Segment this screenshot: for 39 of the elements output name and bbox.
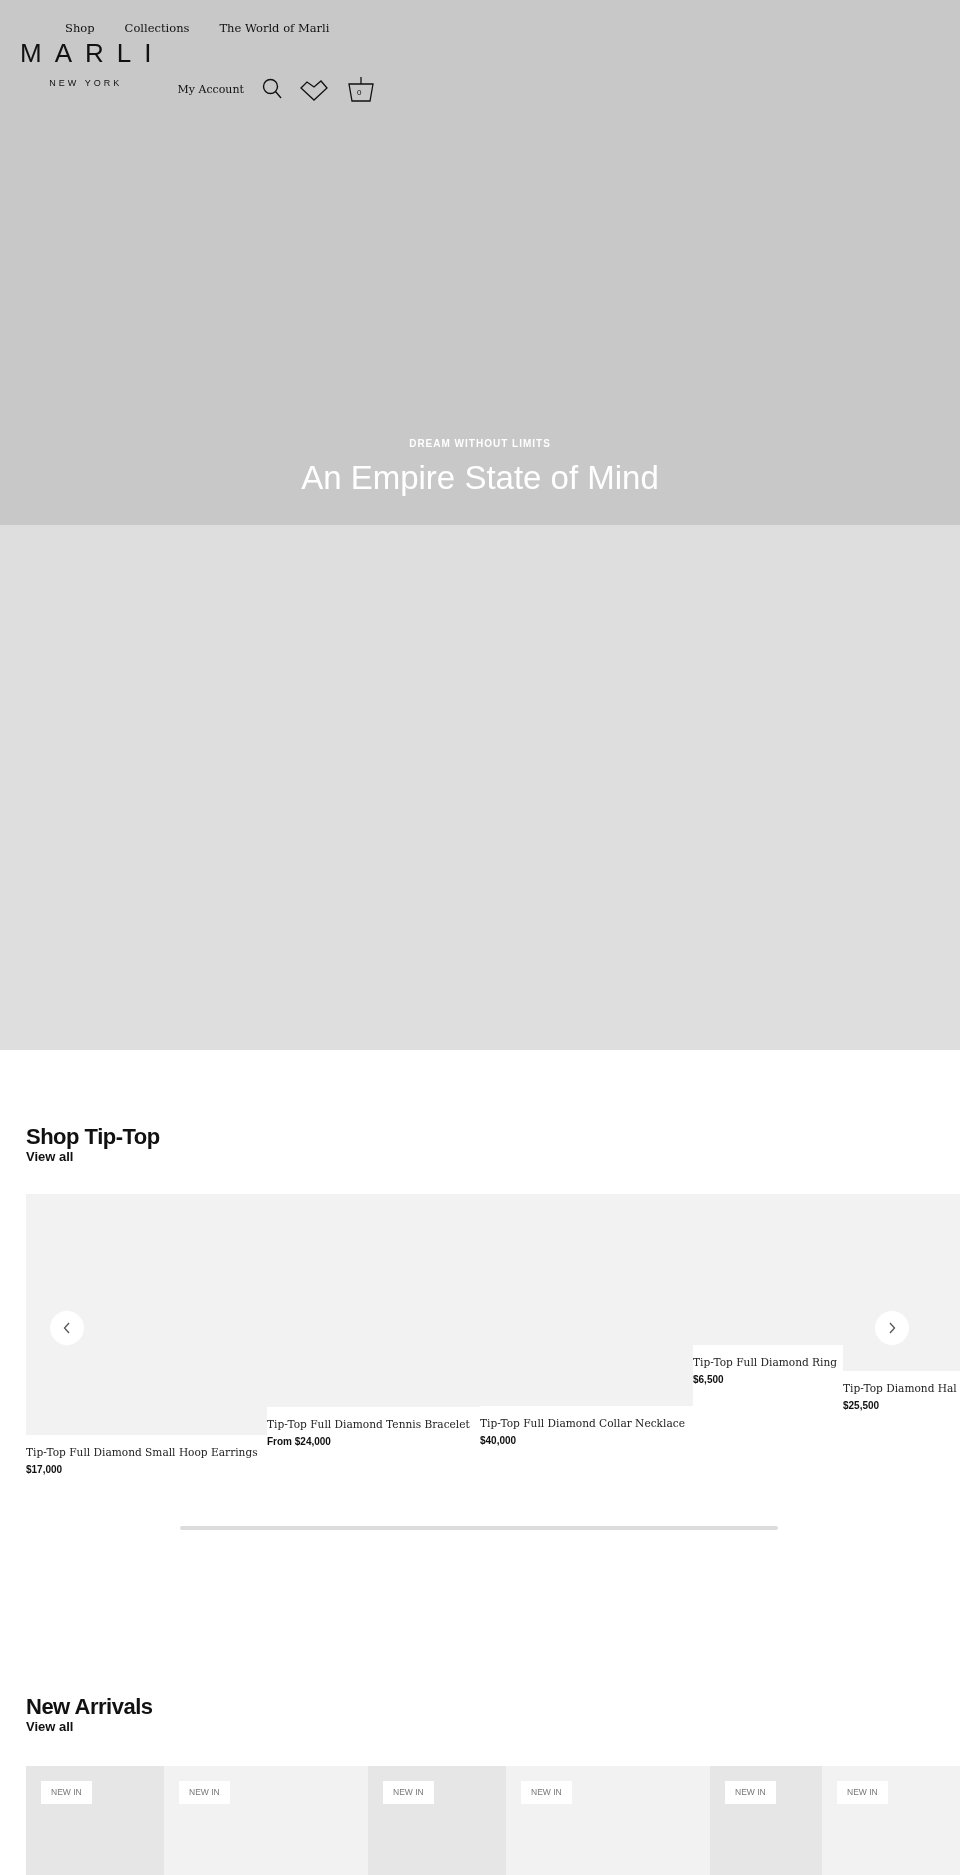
logo[interactable]: MARLI NEW YORK — [7, 38, 165, 88]
image-placeholder[interactable]: NEW IN — [368, 1766, 506, 1875]
product-price: From $24,000 — [267, 1435, 332, 1448]
product-name[interactable]: Tip-Top Full Diamond Ring — [693, 1354, 843, 1370]
nav-link[interactable]: Collections — [124, 20, 190, 36]
new-badge: NEW IN — [725, 1781, 776, 1804]
image-placeholder[interactable]: NEW IN — [164, 1766, 368, 1875]
chevron-right-icon — [888, 1322, 896, 1334]
image-placeholder[interactable]: NEW IN — [710, 1766, 822, 1875]
cart-button[interactable]: 0 — [347, 76, 374, 102]
image-placeholder[interactable]: NEW IN — [822, 1766, 960, 1875]
product-name[interactable]: Tip-Top Full Diamond Tennis Bracelet — [267, 1416, 480, 1432]
product-price: $25,500 — [843, 1399, 881, 1412]
nav-link[interactable]: Shop — [65, 20, 95, 36]
new-badge: NEW IN — [41, 1781, 92, 1804]
new-badge: NEW IN — [179, 1781, 230, 1804]
product-name[interactable]: Tip-Top Full Diamond Collar Necklace — [480, 1415, 693, 1431]
image-placeholder[interactable]: NEW IN — [26, 1766, 164, 1875]
view-all-link[interactable]: View all — [26, 1720, 74, 1734]
product-price: $40,000 — [480, 1434, 518, 1447]
search-icon[interactable] — [261, 78, 282, 100]
product-name[interactable]: Tip-Top Full Diamond Small Hoop Earrings — [26, 1444, 267, 1460]
section-title: Shop Tip-Top — [26, 1124, 160, 1150]
product-price: $6,500 — [693, 1373, 725, 1386]
account-link[interactable]: My Account — [177, 82, 244, 96]
product-name[interactable]: Tip-Top Diamond Hal — [843, 1380, 960, 1396]
nav-link[interactable]: The World of Marli — [219, 20, 330, 36]
basket-icon — [347, 76, 374, 102]
image-placeholder[interactable] — [843, 1194, 960, 1371]
view-all-link[interactable]: View all — [26, 1150, 74, 1164]
new-badge: NEW IN — [383, 1781, 434, 1804]
section-title: New Arrivals — [26, 1694, 153, 1720]
image-placeholder[interactable]: NEW IN — [506, 1766, 710, 1875]
new-badge: NEW IN — [521, 1781, 572, 1804]
image-placeholder[interactable] — [26, 1194, 267, 1435]
product-price: $17,000 — [26, 1463, 64, 1476]
scrollbar[interactable] — [180, 1526, 778, 1530]
chevron-left-icon — [63, 1322, 71, 1334]
new-badge: NEW IN — [837, 1781, 888, 1804]
